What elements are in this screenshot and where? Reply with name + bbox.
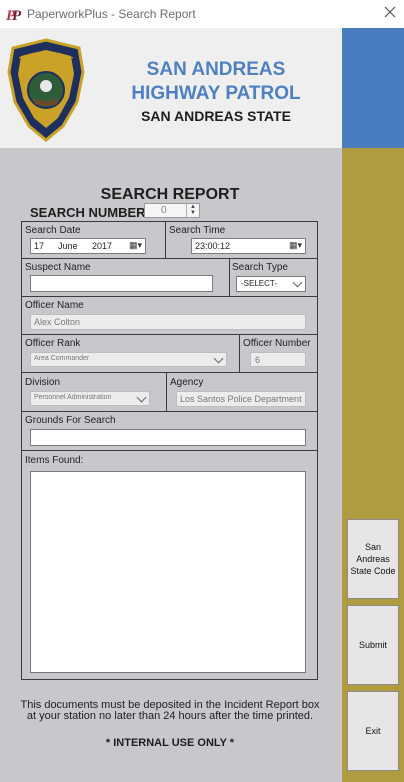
window-title: PaperworkPlus - Search Report [27,7,196,21]
search-type-label: Search Type [232,262,288,273]
agency-value: Los Santos Police Department [180,394,302,404]
search-type-select[interactable]: -SELECT- [236,276,306,292]
highway-patrol-badge-icon [7,38,85,142]
officer-rank-select: Area Commander [30,352,227,367]
divider [229,258,230,297]
calendar-icon[interactable]: ▦▾ [129,240,142,251]
grounds-input[interactable] [30,429,306,446]
deposit-notice: This documents must be deposited in the … [20,699,320,722]
search-type-value: -SELECT- [241,279,278,288]
agency-title: SAN ANDREAS HIGHWAY PATROL [131,59,301,104]
search-number-label: SEARCH NUMBER: [30,205,150,220]
search-number-stepper[interactable]: 0 ▲ ▼ [144,203,200,218]
division-select: Personnel Administration [30,391,150,406]
division-label: Division [25,377,61,388]
items-found-label: Items Found: [25,455,84,466]
items-found-textarea[interactable] [30,471,306,673]
search-time-picker[interactable]: 23:00:12 ▦▾ [191,238,306,254]
search-date-picker[interactable]: 17 June 2017 ▦▾ [30,238,146,254]
agency-label: Agency [170,377,204,388]
officer-number-value: 6 [255,355,261,365]
divider [239,334,240,373]
divider [165,221,166,259]
chevron-down-icon [213,353,224,364]
date-day: 17 [34,241,45,251]
suspect-name-input[interactable] [30,275,213,292]
paperworkplus-logo-icon: P P [6,8,22,23]
state-subtitle: SAN ANDREAS STATE [141,108,291,124]
spinner-buttons[interactable]: ▲ ▼ [186,204,199,217]
officer-name-field: Alex Colton [30,314,306,330]
suspect-name-label: Suspect Name [25,262,91,273]
search-number-value: 0 [161,205,167,216]
officer-number-label: Officer Number [243,338,311,349]
title-bar: P P PaperworkPlus - Search Report [0,0,404,28]
date-month: June [58,241,78,251]
search-date-label: Search Date [25,225,81,236]
calendar-icon[interactable]: ▦▾ [289,240,302,251]
report-title: SEARCH REPORT [100,186,240,203]
date-year: 2017 [92,241,113,251]
grounds-label: Grounds For Search [25,415,116,426]
time-value: 23:00:12 [195,241,231,251]
svg-text:P: P [12,8,22,23]
agency-field: Los Santos Police Department [176,391,306,407]
chevron-down-icon[interactable]: ▼ [187,210,199,216]
officer-number-field: 6 [250,352,306,367]
search-time-label: Search Time [169,225,226,236]
exit-button[interactable]: Exit [347,691,399,771]
submit-button[interactable]: Submit [347,605,399,685]
sidebar-panel [342,148,404,782]
internal-use-notice: * INTERNAL USE ONLY * [105,737,235,749]
officer-name-value: Alex Colton [34,317,81,327]
san-andreas-state-code-button[interactable]: San Andreas State Code [347,519,399,599]
chevron-down-icon [136,392,147,403]
divider [166,372,167,412]
officer-rank-label: Officer Rank [25,338,81,349]
officer-rank-value: Area Commander [34,355,90,362]
close-icon[interactable] [381,3,399,21]
division-value: Personnel Administration [34,394,112,401]
chevron-down-icon[interactable] [292,277,303,288]
sidebar-top-accent [342,28,404,148]
officer-name-label: Officer Name [25,300,84,311]
